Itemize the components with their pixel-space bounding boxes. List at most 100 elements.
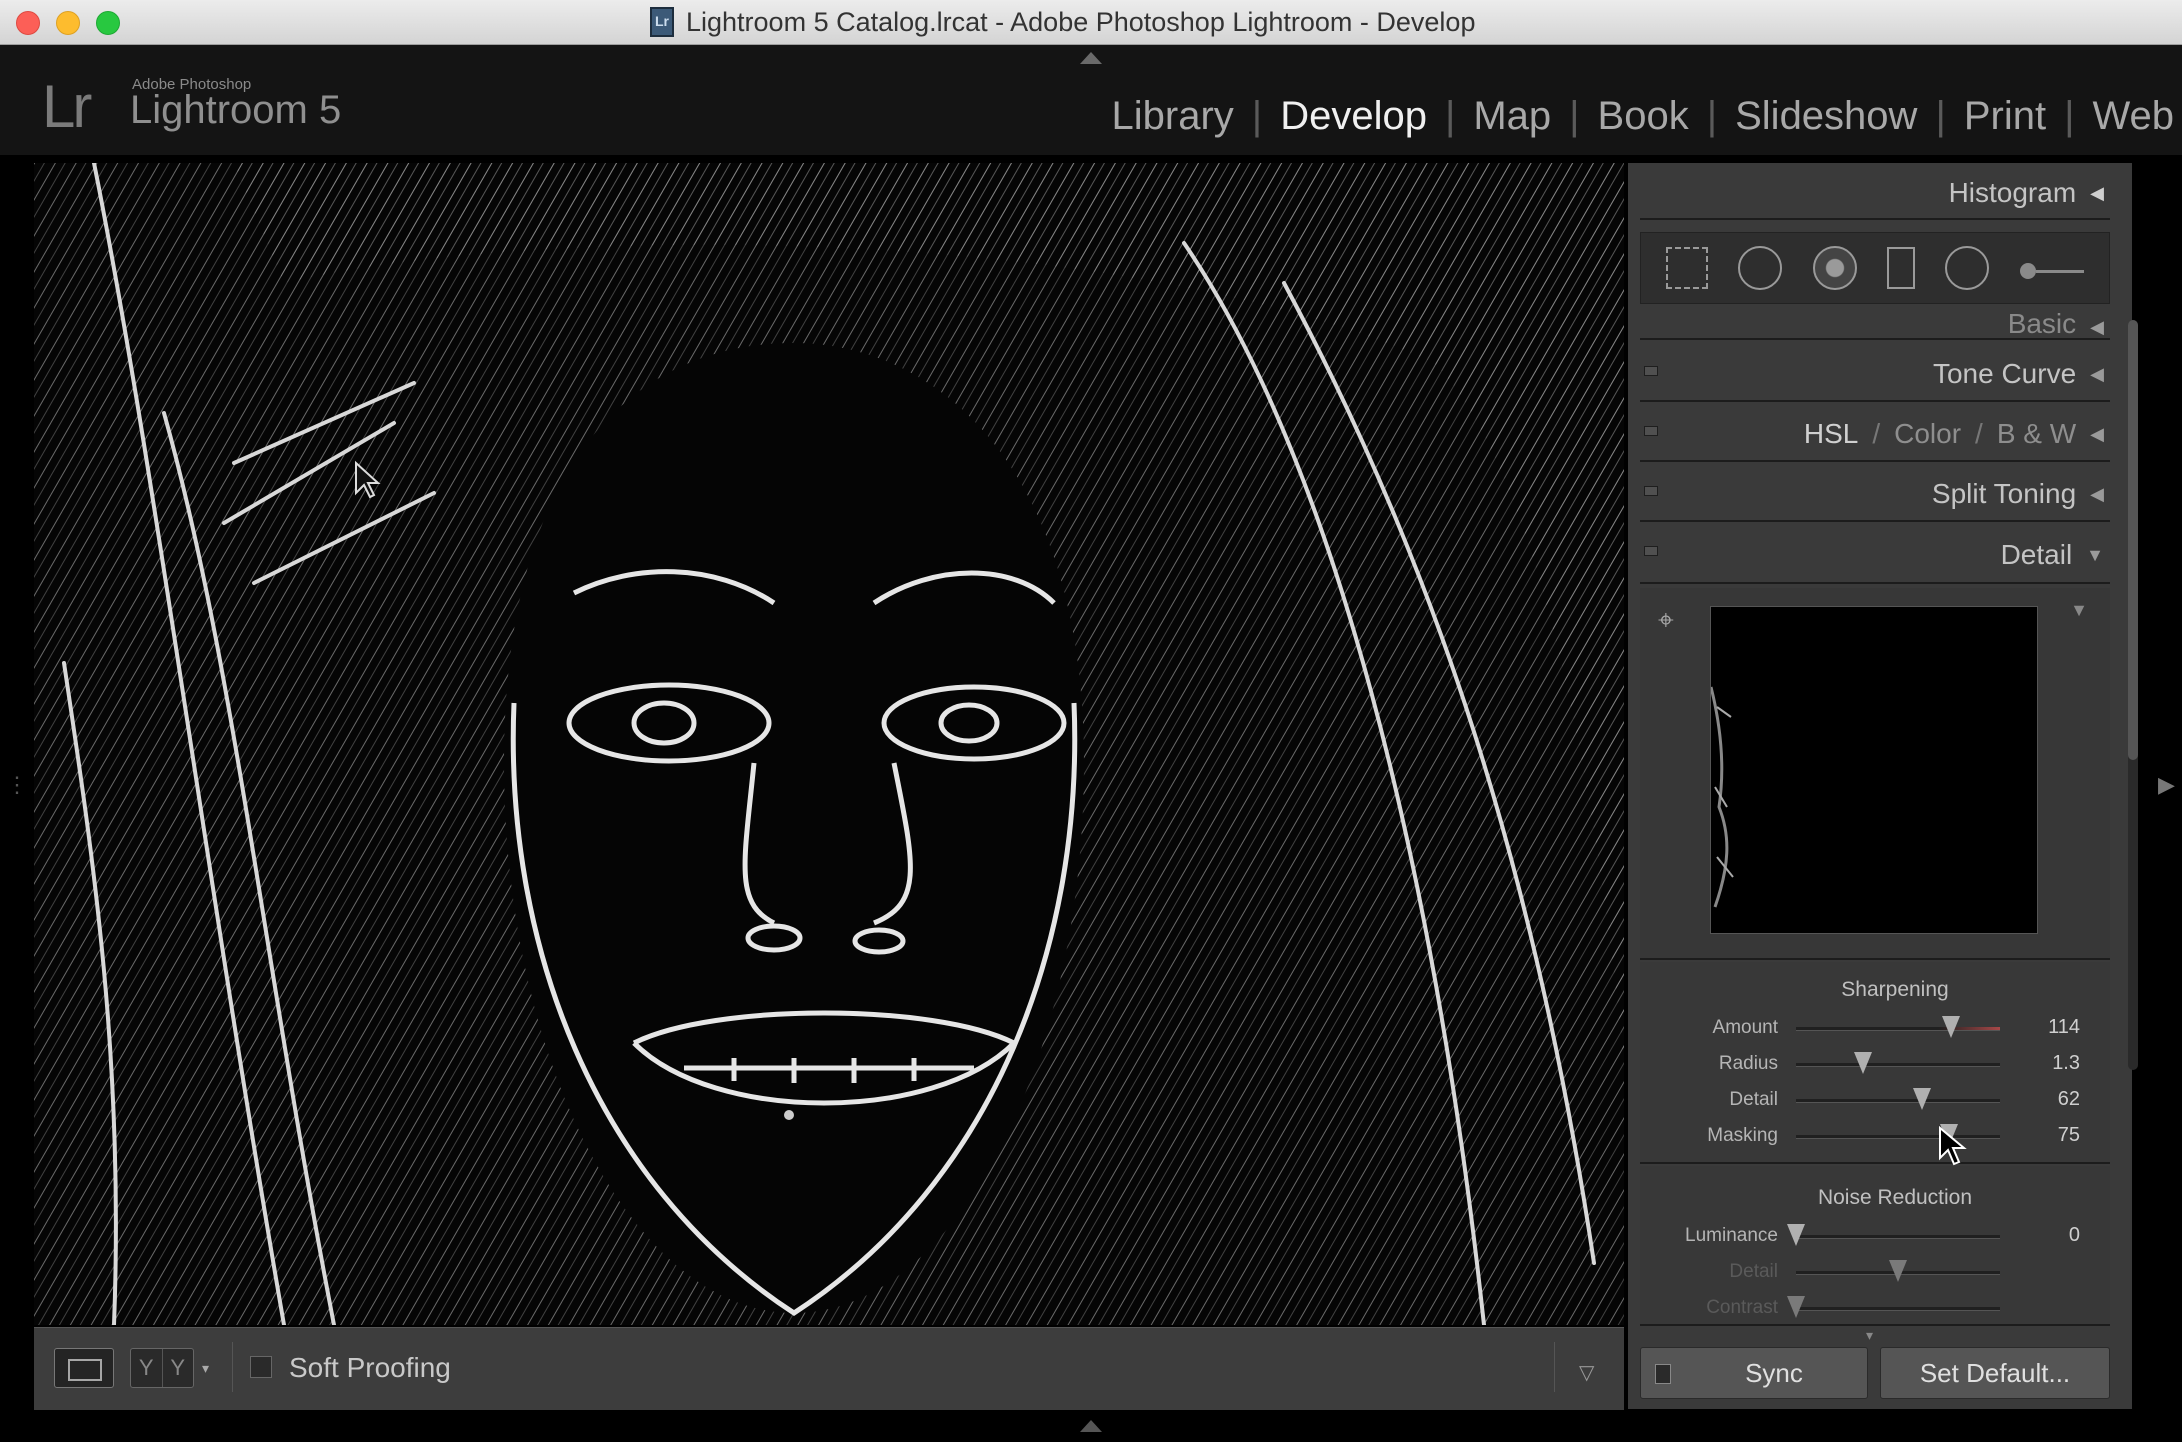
module-print[interactable]: Print [1964,94,2046,139]
module-book[interactable]: Book [1598,94,1689,139]
collapse-triangle-icon: ◀ [2090,483,2104,504]
minimize-window-button[interactable] [56,11,80,35]
detail-slider-row: Detail 62 [1640,1082,2110,1118]
nr-detail-slider-thumb[interactable] [1889,1260,1907,1282]
luminance-value[interactable]: 0 [2010,1224,2080,1247]
tone-curve-panel-header[interactable]: Tone Curve ◀ [1640,348,2110,402]
slider-label: Detail [1729,1089,1778,1110]
collapse-triangle-icon: ◀ [2090,363,2104,384]
toolbar-divider [232,1342,233,1392]
soft-proofing-checkbox[interactable] [250,1356,272,1378]
close-window-button[interactable] [16,11,40,35]
amount-value[interactable]: 114 [2010,1016,2080,1039]
develop-toolbar: Y Y ▾ Soft Proofing ▽ [34,1327,1624,1410]
left-panel-toggle-icon[interactable]: ⋮ [6,772,28,798]
luminance-slider-thumb[interactable] [1787,1224,1805,1246]
nr-contrast-slider-thumb[interactable] [1787,1296,1805,1318]
preview-image [1711,686,1734,908]
slider-label: Amount [1712,1017,1778,1038]
basic-panel-header[interactable]: Basic ◀ [1640,308,2110,340]
module-library[interactable]: Library [1112,94,1234,139]
bw-tab[interactable]: B & W [1997,418,2076,450]
tab-separator: / [1975,418,1983,449]
loupe-view-button[interactable] [54,1348,114,1388]
module-web[interactable]: Web [2092,94,2174,139]
auto-sync-switch[interactable] [1655,1364,1671,1384]
module-slideshow[interactable]: Slideshow [1735,94,1917,139]
detail-slider-track[interactable] [1796,1088,2000,1110]
tool-strip [1640,232,2110,304]
panel-switch[interactable] [1644,486,1658,496]
luminance-slider-row: Luminance 0 [1640,1218,2110,1254]
module-separator: | [1444,94,1456,138]
panel-scroll-thumb[interactable] [2128,320,2138,760]
toolbar-menu-chevron-icon[interactable]: ▽ [1579,1360,1594,1385]
module-develop[interactable]: Develop [1280,94,1427,139]
target-crosshair-icon[interactable]: ⌖ [1658,604,1674,637]
top-panel-toggle-icon[interactable] [1080,52,1102,64]
before-after-dropdown-icon[interactable]: ▾ [202,1360,209,1377]
nr-detail-slider-track[interactable] [1796,1260,2000,1282]
before-after-right: Y [161,1349,194,1387]
zoom-window-button[interactable] [96,11,120,35]
amount-slider-track[interactable] [1796,1016,2000,1038]
module-separator: | [1251,94,1263,138]
graduated-filter-tool-icon[interactable] [1887,247,1916,289]
filmstrip-toggle-icon[interactable] [1080,1420,1102,1432]
slider-label: Radius [1718,1053,1778,1074]
before-after-button[interactable]: Y Y [130,1348,194,1388]
histogram-panel-header[interactable]: Histogram ◀ [1640,168,2110,220]
radius-slider-thumb[interactable] [1854,1052,1873,1074]
window-titlebar: Lr Lightroom 5 Catalog.lrcat - Adobe Pho… [0,0,2182,45]
masking-value[interactable]: 75 [2010,1124,2080,1147]
set-default-button[interactable]: Set Default... [1880,1347,2110,1399]
red-eye-tool-icon[interactable] [1812,246,1857,290]
preview-toggle-icon[interactable]: ▼ [2070,600,2088,621]
module-separator: | [1706,94,1718,138]
split-toning-title: Split Toning [1931,478,2077,509]
sync-button[interactable]: Sync [1640,1347,1868,1399]
detail-slider-thumb[interactable] [1913,1088,1932,1110]
detail-panel-header[interactable]: Detail ▼ [1640,528,2110,584]
panel-switch[interactable] [1644,426,1658,436]
nr-contrast-slider-track[interactable] [1787,1296,2000,1318]
catalog-file-icon: Lr [650,7,674,37]
module-separator: | [1935,94,1946,138]
toolbar-divider [1554,1342,1555,1392]
right-panel-toggle-icon[interactable]: ▶ [2158,772,2175,798]
module-picker: Library | Develop | Map | Book | Slidesh… [1112,94,2174,139]
radius-slider-track[interactable] [1796,1052,2000,1074]
histogram-title: Histogram [1948,177,2077,208]
spot-removal-tool-icon[interactable] [1738,246,1783,290]
module-map[interactable]: Map [1473,94,1551,139]
slider-label: Luminance [1685,1225,1778,1246]
detail-zoom-preview[interactable] [1710,606,2038,934]
mouse-cursor-icon [1939,1126,1967,1166]
soft-proofing-label[interactable]: Soft Proofing [289,1352,451,1384]
noise-reduction-title: Noise Reduction [1817,1186,1973,1209]
amount-slider-thumb[interactable] [1942,1016,1961,1038]
window-title: Lr Lightroom 5 Catalog.lrcat - Adobe Pho… [650,6,1475,38]
luminance-slider-track[interactable] [1787,1224,2000,1246]
slider-label: Contrast [1706,1297,1778,1318]
split-toning-panel-header[interactable]: Split Toning ◀ [1640,468,2110,522]
radial-filter-tool-icon[interactable] [1945,246,1990,290]
expand-triangle-icon: ▼ [2086,544,2104,565]
hsl-tab[interactable]: HSL [1804,418,1858,450]
panel-switch[interactable] [1644,366,1658,376]
sharpening-section: Sharpening Amount 114 Radius 1.3 Detail … [1640,962,2110,1164]
crop-overlay-tool-icon[interactable] [1666,247,1709,289]
color-tab[interactable]: Color [1894,418,1961,450]
panel-switch[interactable] [1644,546,1658,556]
detail-value[interactable]: 62 [2010,1088,2080,1111]
masking-slider-track[interactable] [1796,1124,2000,1146]
radius-value[interactable]: 1.3 [2010,1052,2080,1075]
window-title-text: Lightroom 5 Catalog.lrcat - Adobe Photos… [686,6,1476,37]
adjustment-brush-tool-icon[interactable] [2019,263,2084,279]
sharpening-title: Sharpening [1841,978,1949,1001]
before-after-left: Y [138,1355,154,1380]
hsl-panel-header[interactable]: HSL / Color / B & W ◀ [1640,408,2110,462]
photo-canvas[interactable] [34,163,1624,1325]
nr-contrast-slider-row: Contrast [1640,1290,2110,1324]
panel-scrollbar[interactable] [2128,320,2138,1070]
